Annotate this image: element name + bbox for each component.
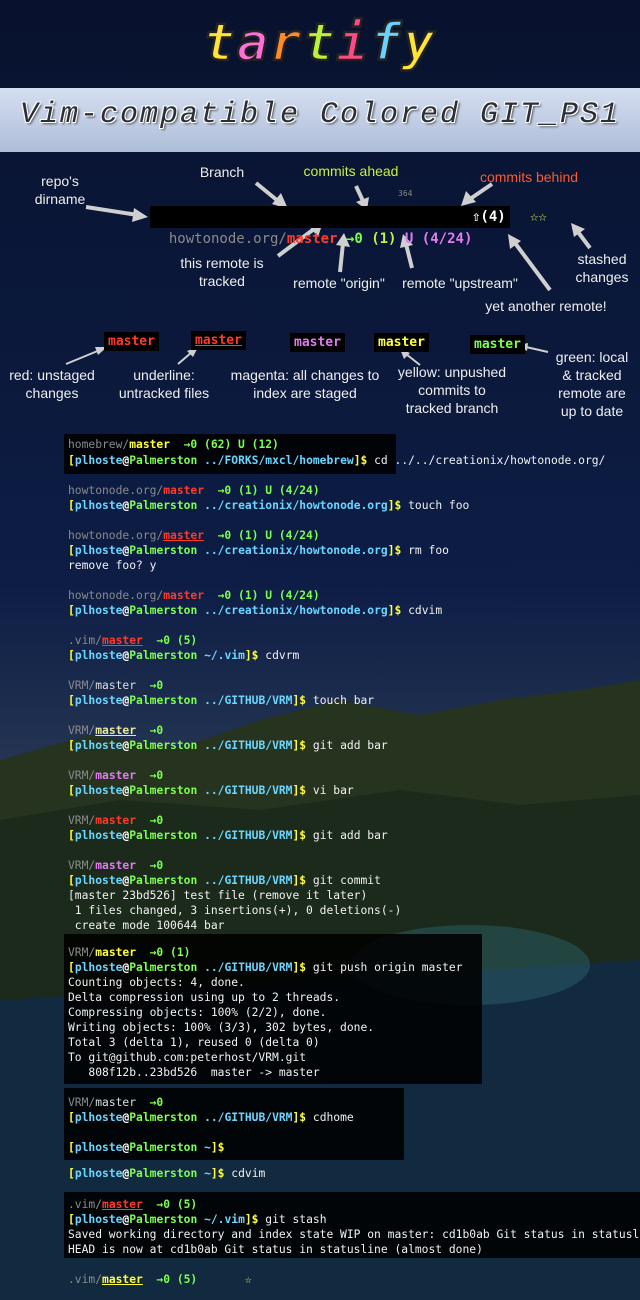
- prompt-status-line: .vim/master →0 (5): [68, 1198, 198, 1211]
- output-line: create mode 100644 bar: [68, 919, 225, 932]
- prompt-command-line: [plhoste@Palmerston ~]$ cdvim: [68, 1167, 266, 1180]
- terminal-session: homebrew/master →0 (62) U (12) [plhoste@…: [0, 0, 640, 1300]
- prompt-command-line: [plhoste@Palmerston ../GITHUB/VRM]$ git …: [68, 829, 388, 842]
- prompt-status-line: howtonode.org/master →0 (1) U (4/24): [68, 589, 320, 602]
- prompt-command-line: [plhoste@Palmerston ~/.vim]$ git stash: [68, 1213, 327, 1226]
- prompt-command-line: [plhoste@Palmerston ~]$: [68, 1141, 225, 1154]
- prompt-command-line: [plhoste@Palmerston ../creationix/howton…: [68, 604, 443, 617]
- output-line: Delta compression using up to 2 threads.: [68, 991, 341, 1004]
- output-line: Total 3 (delta 1), reused 0 (delta 0): [68, 1036, 320, 1049]
- output-line: Compressing objects: 100% (2/2), done.: [68, 1006, 327, 1019]
- stash-star-icon: ☆: [244, 1273, 252, 1286]
- prompt-status-line: howtonode.org/master →0 (1) U (4/24): [68, 484, 320, 497]
- prompt-status-line: VRM/master →0: [68, 724, 164, 737]
- prompt-status-line: VRM/master →0: [68, 1096, 164, 1109]
- output-line: 1 files changed, 3 insertions(+), 0 dele…: [68, 904, 402, 917]
- output-line: 808f12b..23bd526 master -> master: [68, 1066, 320, 1079]
- prompt-command-line: [plhoste@Palmerston ../GITHUB/VRM]$ vi b…: [68, 784, 354, 797]
- prompt-command-line: [plhoste@Palmerston ../FORKS/mxcl/homebr…: [68, 454, 606, 467]
- prompt-command-line: [plhoste@Palmerston ../GITHUB/VRM]$ git …: [68, 739, 388, 752]
- prompt-status-line: VRM/master →0 (1): [68, 946, 191, 959]
- prompt-command-line: [plhoste@Palmerston ~/.vim]$ cdvrm: [68, 649, 300, 662]
- prompt-command-line: [plhoste@Palmerston ../GITHUB/VRM]$ touc…: [68, 694, 375, 707]
- output-line: Writing objects: 100% (3/3), 302 bytes, …: [68, 1021, 375, 1034]
- output-line: Counting objects: 4, done.: [68, 976, 245, 989]
- prompt-status-line: VRM/master →0: [68, 814, 164, 827]
- prompt-command-line: [plhoste@Palmerston ../GITHUB/VRM]$ cdho…: [68, 1111, 354, 1124]
- prompt-status-line: VRM/master →0: [68, 679, 164, 692]
- output-line: HEAD is now at cd1b0ab Git status in sta…: [68, 1243, 483, 1256]
- prompt-status-line: homebrew/master →0 (62) U (12): [68, 438, 279, 451]
- output-line: remove foo? y: [68, 559, 157, 572]
- prompt-status-line: .vim/master →0 (5) ☆: [68, 1273, 252, 1286]
- output-line: [master 23bd526] test file (remove it la…: [68, 889, 368, 902]
- output-line: Saved working directory and index state …: [68, 1228, 640, 1241]
- prompt-status-line: .vim/master →0 (5): [68, 634, 198, 647]
- prompt-status-line: VRM/master →0: [68, 859, 164, 872]
- prompt-status-line: VRM/master →0: [68, 769, 164, 782]
- output-line: To git@github.com:peterhost/VRM.git: [68, 1051, 307, 1064]
- prompt-status-line: howtonode.org/master →0 (1) U (4/24): [68, 529, 320, 542]
- prompt-command-line: [plhoste@Palmerston ../creationix/howton…: [68, 544, 449, 557]
- prompt-command-line: [plhoste@Palmerston ../GITHUB/VRM]$ git …: [68, 961, 463, 974]
- prompt-command-line: [plhoste@Palmerston ../creationix/howton…: [68, 499, 470, 512]
- prompt-command-line: [plhoste@Palmerston ../GITHUB/VRM]$ git …: [68, 874, 381, 887]
